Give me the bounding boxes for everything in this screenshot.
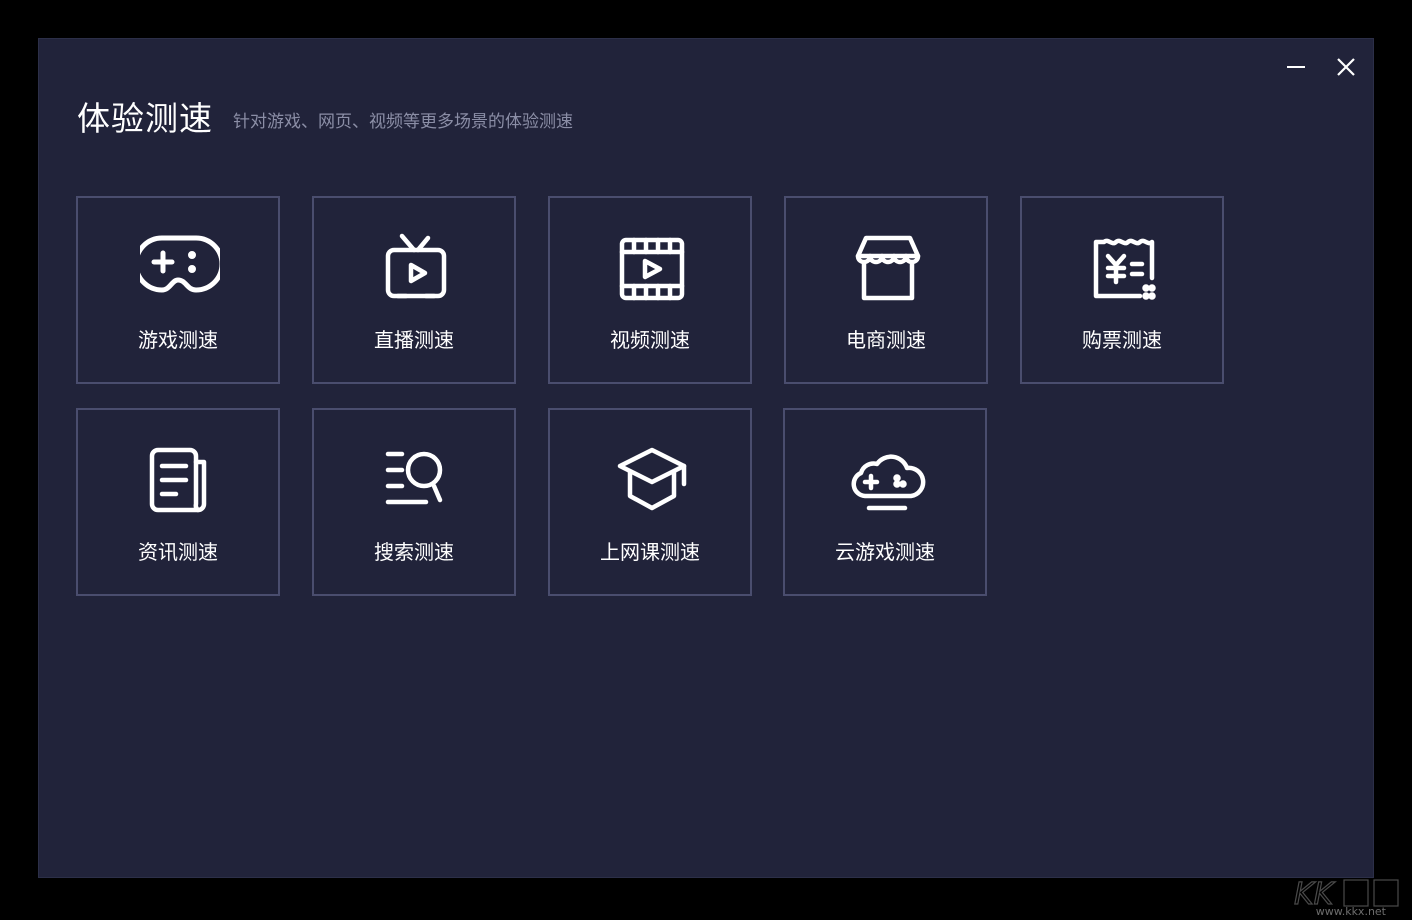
page-subtitle: 针对游戏、网页、视频等更多场景的体验测速 (233, 112, 573, 132)
tile-search[interactable]: 搜索测速 (312, 408, 516, 596)
ticket-yen-icon (1084, 232, 1164, 308)
news-document-icon (140, 444, 220, 520)
tile-label: 云游戏测速 (835, 540, 935, 564)
tile-news[interactable]: 资讯测速 (76, 408, 280, 596)
storefront-icon (848, 232, 928, 308)
watermark-url: www.kkx.net (1315, 905, 1386, 918)
cloud-gamepad-icon (847, 444, 927, 520)
tile-label: 电商测速 (846, 328, 926, 352)
tile-game[interactable]: 游戏测速 (76, 196, 280, 384)
close-button[interactable] (1332, 53, 1360, 81)
tile-ecommerce[interactable]: 电商测速 (784, 196, 988, 384)
graduation-cap-icon (612, 444, 692, 520)
header: 体验测速 针对游戏、网页、视频等更多场景的体验测速 (77, 95, 573, 139)
minimize-icon (1287, 66, 1305, 68)
tile-label: 资讯测速 (138, 540, 218, 564)
tile-label: 购票测速 (1082, 328, 1162, 352)
tv-live-icon (376, 232, 456, 308)
tile-label: 上网课测速 (600, 540, 700, 564)
tile-cloud-game[interactable]: 云游戏测速 (783, 408, 987, 596)
tile-label: 直播测速 (374, 328, 454, 352)
minimize-button[interactable] (1282, 53, 1310, 81)
tile-label: 游戏测速 (138, 328, 218, 352)
speed-test-window: 体验测速 针对游戏、网页、视频等更多场景的体验测速 游戏测速 直播测速 视频测速… (38, 38, 1374, 878)
search-list-icon (376, 444, 456, 520)
tile-label: 视频测速 (610, 328, 690, 352)
tile-live[interactable]: 直播测速 (312, 196, 516, 384)
tile-online-class[interactable]: 上网课测速 (548, 408, 752, 596)
tile-video[interactable]: 视频测速 (548, 196, 752, 384)
tile-ticket[interactable]: 购票测速 (1020, 196, 1224, 384)
tile-label: 搜索测速 (374, 540, 454, 564)
page-title: 体验测速 (77, 99, 213, 138)
gamepad-icon (140, 232, 220, 308)
close-icon (1337, 58, 1355, 76)
film-play-icon (612, 232, 692, 308)
